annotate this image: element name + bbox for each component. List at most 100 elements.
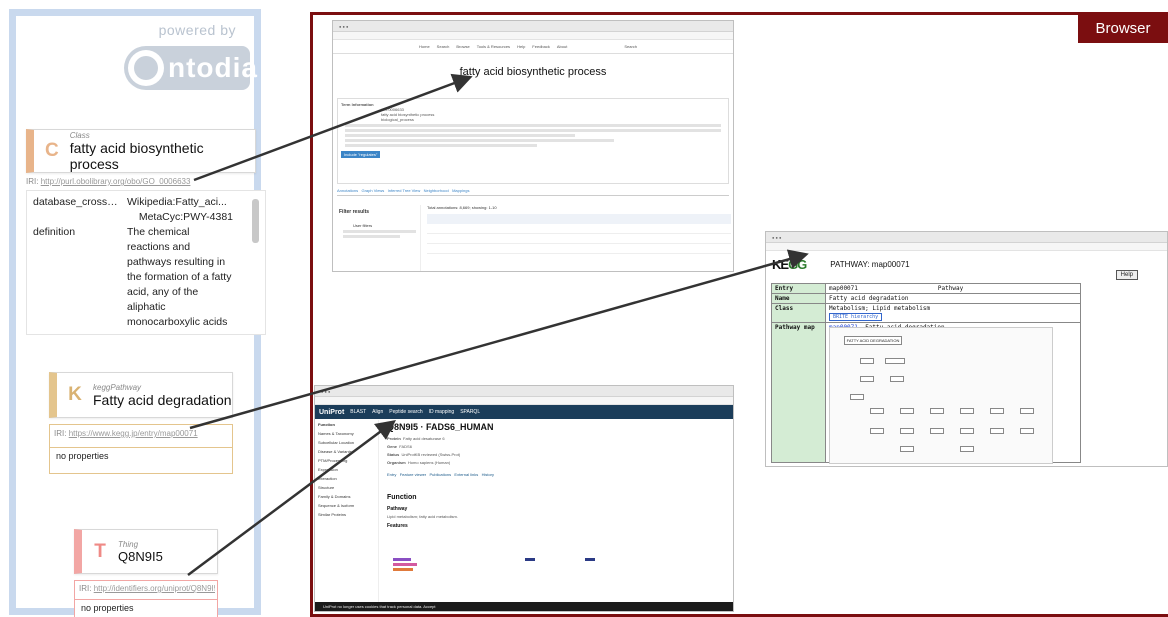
amigo-tab[interactable]: Annotations [337, 188, 358, 193]
amigo-term-info: Term Information GO:0006633 fatty acid b… [337, 98, 729, 184]
map-node[interactable] [890, 376, 904, 382]
uniprot-address-bar[interactable] [315, 397, 733, 405]
properties-scrollbar[interactable] [252, 199, 259, 243]
thing-node-type: Thing [118, 539, 139, 549]
amigo-nav-item[interactable]: Browse [456, 44, 469, 49]
table-row[interactable] [427, 224, 731, 234]
uniprot-tab[interactable]: History [482, 472, 494, 477]
kegg-pathway-node[interactable]: K keggPathway Fatty acid degradation [49, 372, 233, 418]
uniprot-sidebar-item[interactable]: Function [318, 420, 378, 429]
kegg-node-header[interactable]: K keggPathway Fatty acid degradation [57, 373, 232, 417]
uniprot-sidebar-item[interactable]: PTM/Processing [318, 456, 378, 465]
brite-hierarchy-button[interactable]: BRITE hierarchy [829, 313, 883, 321]
property-value: The chemical reactions and pathways resu… [127, 226, 232, 328]
amigo-user-filters[interactable]: User filters [339, 223, 420, 228]
amigo-nav-item[interactable]: About [557, 44, 567, 49]
map-node[interactable] [860, 358, 874, 364]
map-node[interactable] [850, 394, 864, 400]
amigo-include-button[interactable]: Include "regulates" [341, 151, 381, 158]
map-node[interactable] [960, 428, 974, 434]
uniprot-tab[interactable]: Feature viewer [400, 472, 426, 477]
table-row[interactable] [427, 234, 731, 244]
thing-node-header[interactable]: T Thing Q8N9I5 [82, 530, 217, 573]
kegg-address-bar[interactable] [766, 243, 1167, 251]
feature-track[interactable] [525, 558, 535, 561]
uniprot-sidebar-item[interactable]: Structure [318, 483, 378, 492]
map-node[interactable] [960, 408, 974, 414]
amigo-nav-item[interactable]: Tools & Resources [477, 44, 510, 49]
amigo-tab[interactable]: Neighborhood [424, 188, 449, 193]
powered-by-text: powered by [158, 22, 236, 38]
amigo-filter-panel: Filter results User filters [339, 205, 421, 271]
property-value: Wikipedia:Fatty_aci... [127, 196, 227, 208]
map-node[interactable] [900, 428, 914, 434]
kegg-help-button[interactable]: Help [1115, 270, 1138, 280]
thing-iri-link[interactable]: http://identifiers.org/uniprot/Q8N9I5 [94, 584, 215, 593]
table-row[interactable] [427, 244, 731, 254]
kegg-row-name: Name Fatty acid degradation [771, 293, 1081, 304]
logo-text: ntodia [168, 52, 258, 83]
uniprot-nav-item[interactable]: BLAST [350, 409, 366, 415]
class-iri-link[interactable]: http://purl.obolibrary.org/obo/GO_000663… [41, 177, 191, 186]
uniprot-logo[interactable]: UniProt [319, 409, 344, 416]
kegg-iri-link[interactable]: https://www.kegg.jp/entry/map00071 [69, 429, 198, 438]
map-node[interactable] [990, 408, 1004, 414]
uniprot-nav-item[interactable]: ID mapping [429, 409, 455, 415]
uniprot-sidebar-item[interactable]: Sequence & Isoform [318, 501, 378, 510]
uniprot-sidebar-item[interactable]: Subcellular Location [318, 438, 378, 447]
amigo-search-button[interactable]: Search [624, 44, 637, 49]
uniprot-tab[interactable]: Publications [430, 472, 452, 477]
uniprot-tab[interactable]: Entry [387, 472, 396, 477]
thing-node[interactable]: T Thing Q8N9I5 [74, 529, 218, 574]
kegg-screenshot[interactable]: ● ● ● KEGG PATHWAY: map00071 Help Entry … [765, 231, 1168, 467]
field-label: Status [387, 452, 400, 457]
uniprot-cookie-banner[interactable]: UniProt no longer uses cookies that trac… [315, 602, 733, 611]
feature-track[interactable] [393, 558, 411, 561]
map-node[interactable] [1020, 408, 1034, 414]
uniprot-sidebar-item[interactable]: Similar Proteins [318, 510, 378, 519]
map-node[interactable] [930, 408, 944, 414]
amigo-nav-item[interactable]: Search [437, 44, 450, 49]
uniprot-tab[interactable]: External links [454, 472, 478, 477]
feature-track[interactable] [393, 568, 413, 571]
class-properties[interactable]: database_cross_refer... Wikipedia:Fatty_… [26, 190, 266, 335]
amigo-address-bar[interactable] [333, 32, 733, 40]
uniprot-nav-item[interactable]: Align [372, 409, 383, 415]
amigo-tab[interactable]: Mappings [452, 188, 469, 193]
map-node[interactable] [990, 428, 1004, 434]
kegg-row-entry: Entry map00071 Pathway [771, 283, 1081, 294]
kegg-node-type: keggPathway [93, 382, 142, 392]
uniprot-nav-item[interactable]: SPARQL [460, 409, 480, 415]
uniprot-sidebar-item[interactable]: Expression [318, 465, 378, 474]
kegg-row-value: Metabolism; Lipid metabolism BRITE hierar… [825, 303, 1081, 323]
class-node-header[interactable]: C Class fatty acid biosynthetic process [34, 130, 255, 172]
map-node[interactable] [885, 358, 905, 364]
feature-track[interactable] [585, 558, 595, 561]
amigo-nav-item[interactable]: Help [517, 44, 525, 49]
kegg-entry-value: map00071 [829, 285, 858, 292]
map-node[interactable] [870, 428, 884, 434]
map-node[interactable] [860, 376, 874, 382]
class-node[interactable]: C Class fatty acid biosynthetic process [26, 129, 256, 173]
map-node[interactable] [870, 408, 884, 414]
amigo-tab[interactable]: Graph Views [361, 188, 384, 193]
uniprot-sidebar-item[interactable]: Family & Domains [318, 492, 378, 501]
kegg-row-value: Fatty acid degradation [825, 293, 1081, 304]
map-node[interactable] [900, 408, 914, 414]
map-node[interactable] [1020, 428, 1034, 434]
map-node[interactable] [900, 446, 914, 452]
map-node[interactable] [930, 428, 944, 434]
amigo-nav-item[interactable]: Home [419, 44, 430, 49]
uniprot-nav-item[interactable]: Peptide search [389, 409, 422, 415]
amigo-tab[interactable]: Inferred Tree View [388, 188, 421, 193]
uniprot-sidebar-item[interactable]: Disease & Variants [318, 447, 378, 456]
amigo-nav-item[interactable]: Feedback [532, 44, 550, 49]
uniprot-sidebar-item[interactable]: Names & Taxonomy [318, 429, 378, 438]
uniprot-sidebar-item[interactable]: Interaction [318, 474, 378, 483]
kegg-pathway-map[interactable]: FATTY ACID DEGRADATION [829, 327, 1053, 464]
uniprot-screenshot[interactable]: ● ● ● UniProt BLAST Align Peptide search… [314, 385, 734, 612]
kegg-page-title: PATHWAY: map00071 [830, 259, 910, 269]
amigo-screenshot[interactable]: ● ● ● Home Search Browse Tools & Resourc… [332, 20, 734, 272]
feature-track[interactable] [393, 563, 417, 566]
map-node[interactable] [960, 446, 974, 452]
